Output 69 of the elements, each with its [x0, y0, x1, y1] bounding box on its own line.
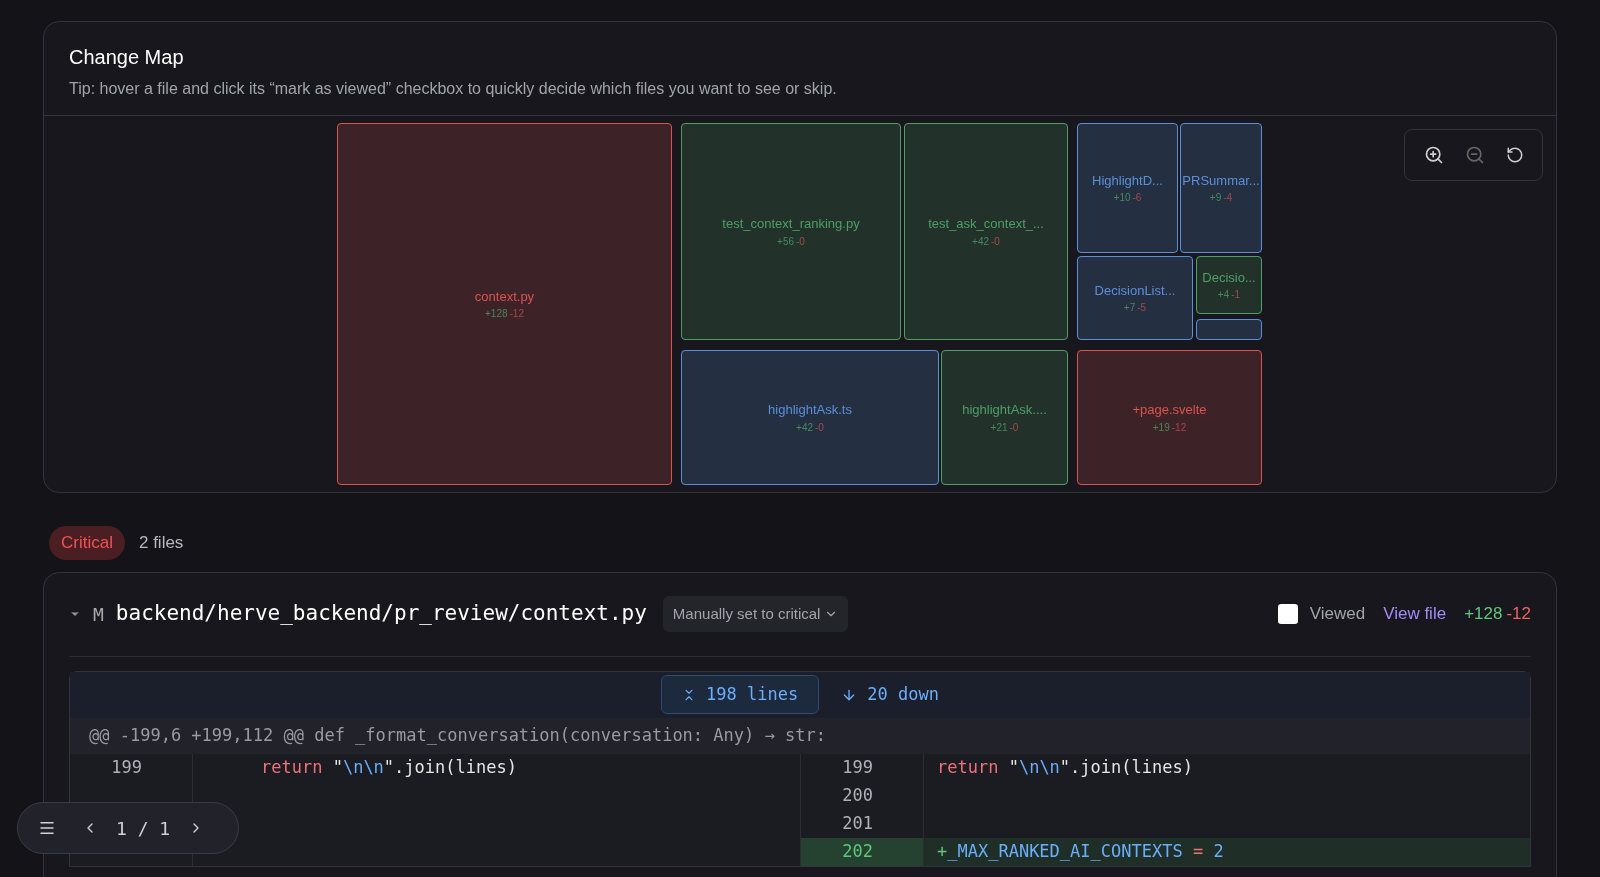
- removed-count: -1: [1231, 288, 1241, 303]
- zoom-out-icon[interactable]: [1464, 145, 1485, 165]
- added-count: +128: [1464, 603, 1503, 626]
- hunk-header: @@ -199,6 +199,112 @@ def _format_conversation(conversation: Any) → str:: [70, 717, 1530, 754]
- removed-count: -0: [1009, 420, 1019, 435]
- file-tile[interactable]: test_context_ranking.py +56 -0: [681, 123, 901, 340]
- removed-count: -0: [796, 234, 805, 249]
- removed-count: -12: [1171, 420, 1187, 435]
- file-tile[interactable]: context.py +128 -12: [337, 123, 672, 485]
- menu-icon[interactable]: [38, 819, 56, 837]
- file-tile[interactable]: +page.svelte +19 -12: [1077, 350, 1262, 485]
- file-tile[interactable]: PRSummar... +9 -4: [1180, 123, 1262, 253]
- file-name: Decisio...: [1202, 268, 1256, 287]
- file-name: +page.svelte: [1132, 401, 1207, 420]
- expand-down-button[interactable]: 20 down: [841, 681, 939, 708]
- removed-count: -5: [1137, 301, 1147, 316]
- file-tile[interactable]: highlightAsk.... +21 -0: [941, 350, 1068, 485]
- priority-dropdown[interactable]: Manually set to critical: [662, 595, 849, 633]
- file-tile[interactable]: Decisio... +4 -1: [1196, 256, 1262, 314]
- added-count: +19: [1152, 420, 1170, 435]
- line-number: 201: [842, 811, 873, 835]
- file-tile[interactable]: [1196, 319, 1262, 340]
- added-count: +42: [972, 234, 990, 249]
- view-file-link[interactable]: View file: [1383, 601, 1447, 627]
- file-tile[interactable]: DecisionList... +7 -5: [1077, 256, 1193, 340]
- file-tile[interactable]: test_ask_context_... +42 -0: [904, 123, 1068, 340]
- expand-lines-button[interactable]: 198 lines: [661, 674, 820, 715]
- line-number: 199: [842, 755, 873, 779]
- status-letter: M: [93, 602, 104, 627]
- viewed-checkbox[interactable]: [1277, 604, 1298, 624]
- tip-text: Tip: hover a file and click its “mark as viewed” checkbox to quickly decide which files you want to see or skip.: [69, 79, 838, 99]
- file-name: DecisionList...: [1094, 281, 1176, 300]
- line-number: 200: [842, 783, 873, 807]
- panel-title: Change Map: [69, 45, 185, 70]
- file-tile[interactable]: highlightAsk.ts +42 -0: [681, 350, 939, 485]
- file-name: context.py: [474, 287, 535, 306]
- critical-badge: Critical: [49, 526, 125, 560]
- file-count: 2 files: [138, 532, 184, 554]
- removed-count: -6: [1132, 191, 1142, 206]
- viewed-label: Viewed: [1309, 603, 1366, 626]
- file-name: test_ask_context_...: [928, 215, 1044, 234]
- line-number: 202: [842, 839, 873, 863]
- removed-count: -0: [815, 420, 824, 435]
- added-count: +56: [777, 234, 795, 249]
- line-number: 199: [111, 755, 142, 779]
- removed-count: -0: [991, 234, 1000, 249]
- removed-count: -4: [1223, 191, 1233, 206]
- added-count: +4: [1217, 288, 1230, 303]
- added-count: +21: [990, 420, 1008, 435]
- file-path: backend/herve_backend/pr_review/context.py: [115, 600, 647, 628]
- added-count: +7: [1123, 301, 1136, 316]
- code-line: +_MAX_RANKED_AI_CONTEXTS = 2: [936, 840, 1224, 861]
- file-name: highlightAsk.ts: [768, 401, 852, 420]
- file-name: highlightAsk....: [962, 401, 1047, 420]
- added-count: +9: [1209, 191, 1222, 206]
- code-line: return "\n\n".join(lines): [936, 756, 1193, 777]
- file-name: PRSummar...: [1182, 171, 1260, 190]
- file-name: HighlightD...: [1092, 171, 1163, 190]
- file-name: test_context_ranking.py: [722, 215, 860, 234]
- zoom-in-icon[interactable]: [1423, 145, 1444, 165]
- removed-count: -12: [509, 307, 524, 322]
- removed-count: -12: [1506, 603, 1531, 626]
- page-indicator: 1 / 1: [116, 816, 171, 841]
- code-line: return "\n\n".join(lines): [260, 755, 517, 779]
- file-tile[interactable]: HighlightD... +10 -6: [1077, 123, 1178, 253]
- added-count: +42: [796, 420, 814, 435]
- reset-icon[interactable]: [1505, 146, 1524, 164]
- added-count: +128: [485, 307, 508, 322]
- added-count: +10: [1113, 191, 1131, 206]
